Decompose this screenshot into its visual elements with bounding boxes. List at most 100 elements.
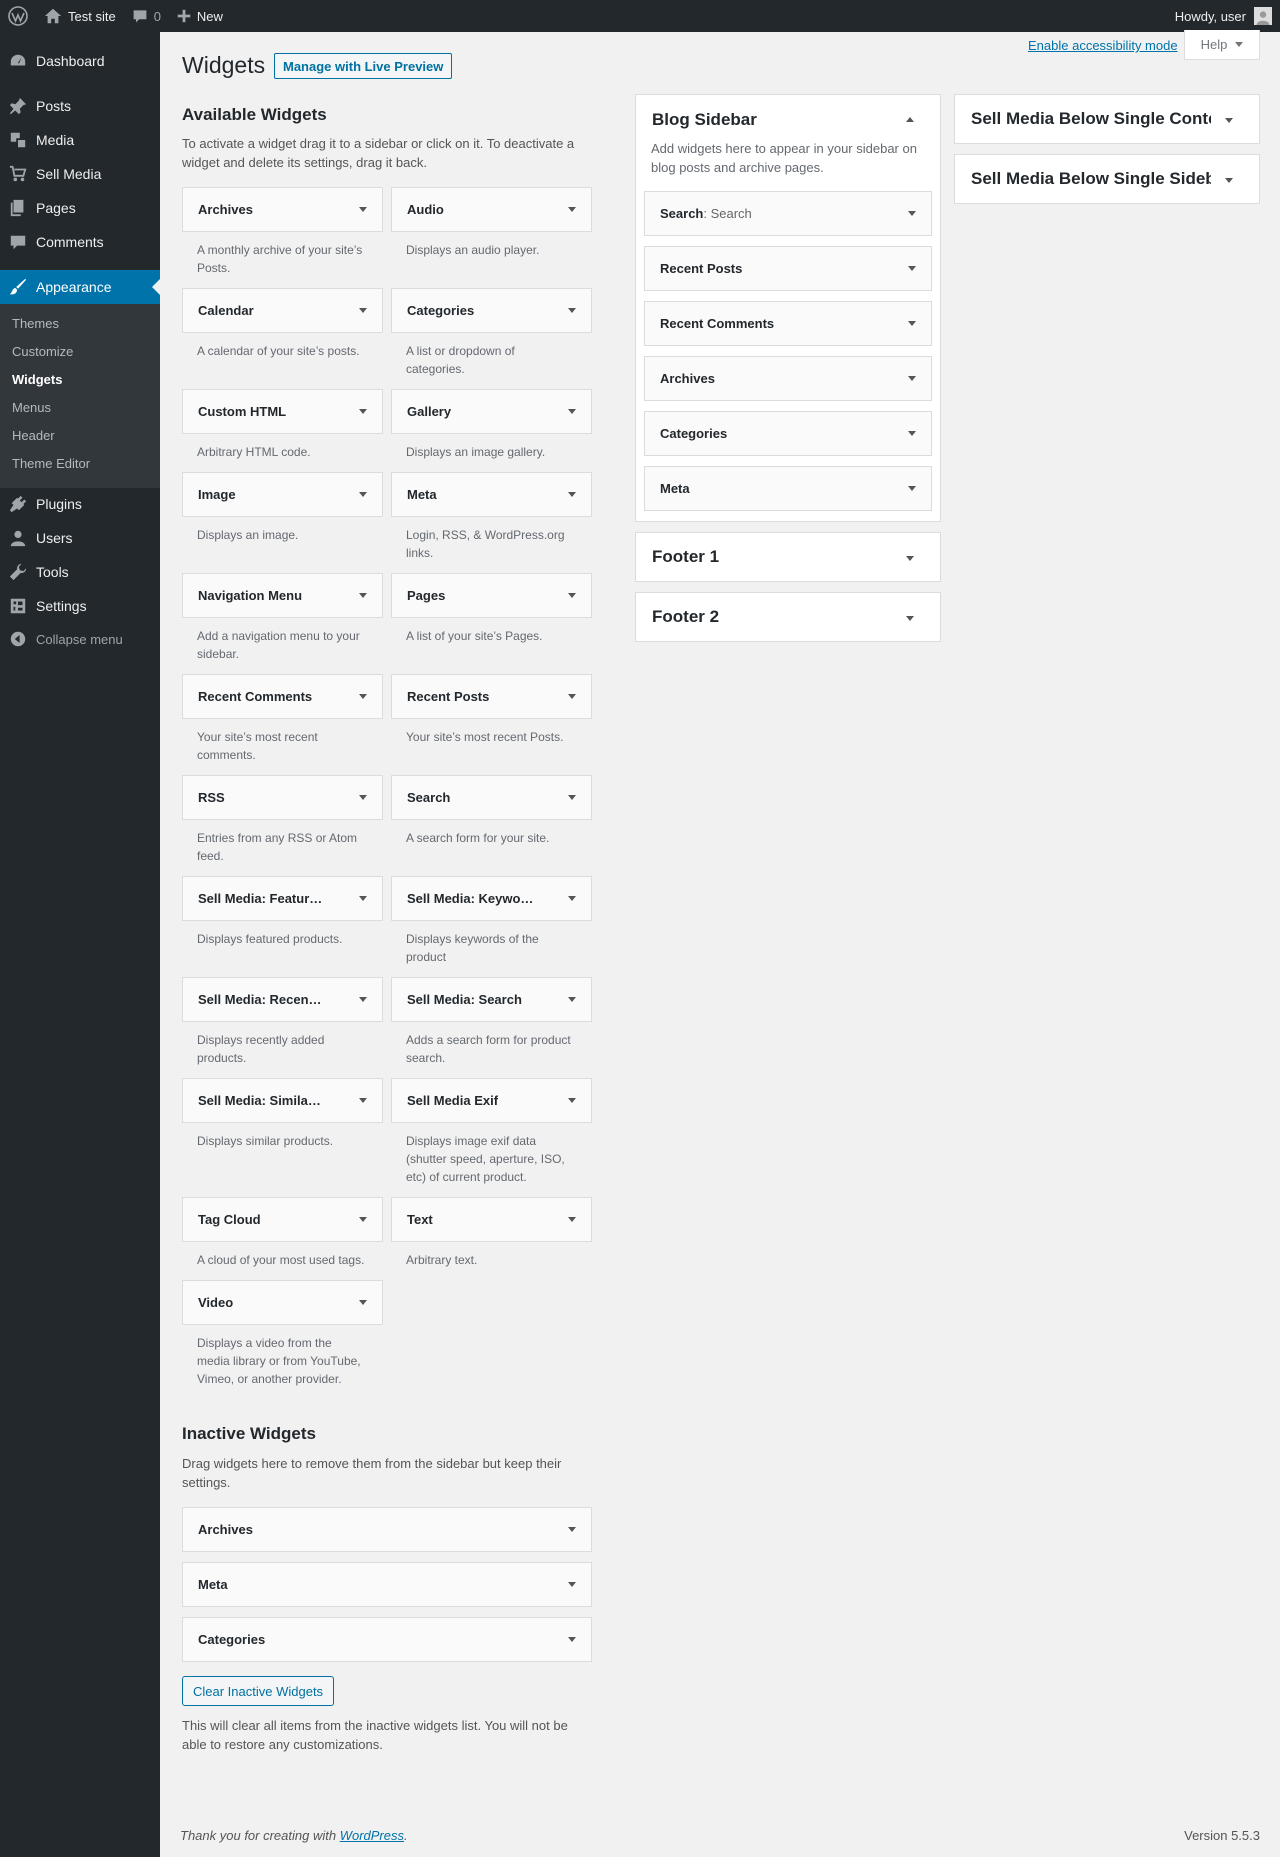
submenu-themes[interactable]: Themes (12, 316, 59, 331)
sell-media-below-content-sidebar[interactable]: Sell Media Below Single Content (954, 94, 1260, 144)
chevron-down-icon[interactable] (908, 321, 916, 326)
menu-tools[interactable]: Tools (0, 555, 160, 589)
chevron-down-icon[interactable] (908, 211, 916, 216)
chevron-down-icon[interactable] (568, 1527, 576, 1532)
available-widget[interactable]: Audio (391, 187, 592, 232)
chevron-down-icon[interactable] (568, 1217, 576, 1222)
sidebar-widget[interactable]: Search: Search (644, 191, 932, 236)
chevron-down-icon[interactable] (359, 997, 367, 1002)
chevron-down-icon[interactable] (568, 997, 576, 1002)
chevron-down-icon[interactable] (359, 1300, 367, 1305)
clear-inactive-widgets-button[interactable]: Clear Inactive Widgets (182, 1676, 335, 1706)
collapse-menu-button[interactable]: Collapse menu (0, 622, 160, 656)
chevron-down-icon[interactable] (908, 266, 916, 271)
available-widget[interactable]: Recent Comments (182, 674, 383, 719)
sidebar-widget[interactable]: Categories (644, 411, 932, 456)
wordpress-link[interactable]: WordPress (340, 1828, 404, 1843)
submenu-menus[interactable]: Menus (12, 400, 51, 415)
available-widget[interactable]: Pages (391, 573, 592, 618)
menu-appearance[interactable]: Appearance (0, 270, 160, 304)
chevron-down-icon[interactable] (359, 409, 367, 414)
sidebar-widget[interactable]: Recent Comments (644, 301, 932, 346)
menu-posts[interactable]: Posts (0, 89, 160, 123)
available-widget[interactable]: Video (182, 1280, 383, 1325)
chevron-down-icon[interactable] (1225, 178, 1233, 183)
site-name-link[interactable]: Test site (36, 0, 124, 32)
chevron-down-icon[interactable] (359, 1217, 367, 1222)
available-widget[interactable]: Custom HTML (182, 389, 383, 434)
chevron-down-icon[interactable] (359, 593, 367, 598)
available-widget[interactable]: Image (182, 472, 383, 517)
chevron-down-icon[interactable] (568, 207, 576, 212)
chevron-down-icon[interactable] (568, 409, 576, 414)
submenu-widgets[interactable]: Widgets (12, 372, 62, 387)
sidebar-widget[interactable]: Archives (644, 356, 932, 401)
chevron-down-icon[interactable] (908, 431, 916, 436)
chevron-down-icon[interactable] (359, 694, 367, 699)
available-widget[interactable]: Sell Media: Keywo… (391, 876, 592, 921)
available-widget[interactable]: Navigation Menu (182, 573, 383, 618)
sidebar-widget[interactable]: Recent Posts (644, 246, 932, 291)
menu-plugins[interactable]: Plugins (0, 487, 160, 521)
sell-media-below-sidebar-sidebar[interactable]: Sell Media Below Single Sidebar (954, 154, 1260, 204)
blog-sidebar[interactable]: Blog Sidebar Add widgets here to appear … (635, 94, 941, 522)
footer-2-sidebar[interactable]: Footer 2 (635, 592, 941, 642)
wordpress-logo-icon[interactable] (0, 0, 36, 32)
accessibility-mode-link[interactable]: Enable accessibility mode (1028, 38, 1178, 53)
available-widget[interactable]: Search (391, 775, 592, 820)
chevron-down-icon[interactable] (568, 1582, 576, 1587)
menu-pages[interactable]: Pages (0, 191, 160, 225)
menu-users[interactable]: Users (0, 521, 160, 555)
my-account[interactable]: Howdy, user (1167, 0, 1280, 32)
inactive-widget[interactable]: Meta (182, 1562, 592, 1607)
available-widget[interactable]: Sell Media: Simila… (182, 1078, 383, 1123)
menu-sell-media[interactable]: Sell Media (0, 157, 160, 191)
chevron-down-icon[interactable] (568, 593, 576, 598)
chevron-down-icon[interactable] (568, 1098, 576, 1103)
chevron-down-icon[interactable] (906, 616, 914, 621)
chevron-down-icon[interactable] (1225, 118, 1233, 123)
chevron-down-icon[interactable] (359, 1098, 367, 1103)
footer-1-sidebar[interactable]: Footer 1 (635, 532, 941, 582)
chevron-down-icon[interactable] (359, 308, 367, 313)
available-widget[interactable]: Sell Media: Recen… (182, 977, 383, 1022)
available-widget[interactable]: Sell Media: Search (391, 977, 592, 1022)
chevron-down-icon[interactable] (568, 795, 576, 800)
chevron-up-icon[interactable] (906, 117, 914, 122)
chevron-down-icon[interactable] (568, 1637, 576, 1642)
available-widget[interactable]: Tag Cloud (182, 1197, 383, 1242)
menu-dashboard[interactable]: Dashboard (0, 44, 160, 78)
live-preview-button[interactable]: Manage with Live Preview (274, 53, 453, 79)
available-widget[interactable]: RSS (182, 775, 383, 820)
menu-comments[interactable]: Comments (0, 225, 160, 259)
menu-settings[interactable]: Settings (0, 589, 160, 623)
submenu-header[interactable]: Header (12, 428, 55, 443)
available-widget[interactable]: Calendar (182, 288, 383, 333)
available-widget[interactable]: Archives (182, 187, 383, 232)
available-widget[interactable]: Text (391, 1197, 592, 1242)
chevron-down-icon[interactable] (359, 207, 367, 212)
chevron-down-icon[interactable] (359, 492, 367, 497)
sidebar-widget[interactable]: Meta (644, 466, 932, 511)
available-widget[interactable]: Sell Media Exif (391, 1078, 592, 1123)
available-widget[interactable]: Recent Posts (391, 674, 592, 719)
chevron-down-icon[interactable] (908, 486, 916, 491)
inactive-widget[interactable]: Categories (182, 1617, 592, 1662)
new-content-link[interactable]: New (169, 0, 231, 32)
chevron-down-icon[interactable] (359, 896, 367, 901)
available-widget[interactable]: Categories (391, 288, 592, 333)
submenu-theme-editor[interactable]: Theme Editor (12, 456, 90, 471)
comments-link[interactable]: 0 (124, 0, 169, 32)
available-widget[interactable]: Gallery (391, 389, 592, 434)
menu-media[interactable]: Media (0, 123, 160, 157)
chevron-down-icon[interactable] (906, 556, 914, 561)
available-widget[interactable]: Meta (391, 472, 592, 517)
chevron-down-icon[interactable] (908, 376, 916, 381)
inactive-widget[interactable]: Archives (182, 1507, 592, 1552)
submenu-customize[interactable]: Customize (12, 344, 73, 359)
available-widget[interactable]: Sell Media: Featur… (182, 876, 383, 921)
chevron-down-icon[interactable] (568, 308, 576, 313)
chevron-down-icon[interactable] (568, 896, 576, 901)
chevron-down-icon[interactable] (568, 694, 576, 699)
chevron-down-icon[interactable] (359, 795, 367, 800)
